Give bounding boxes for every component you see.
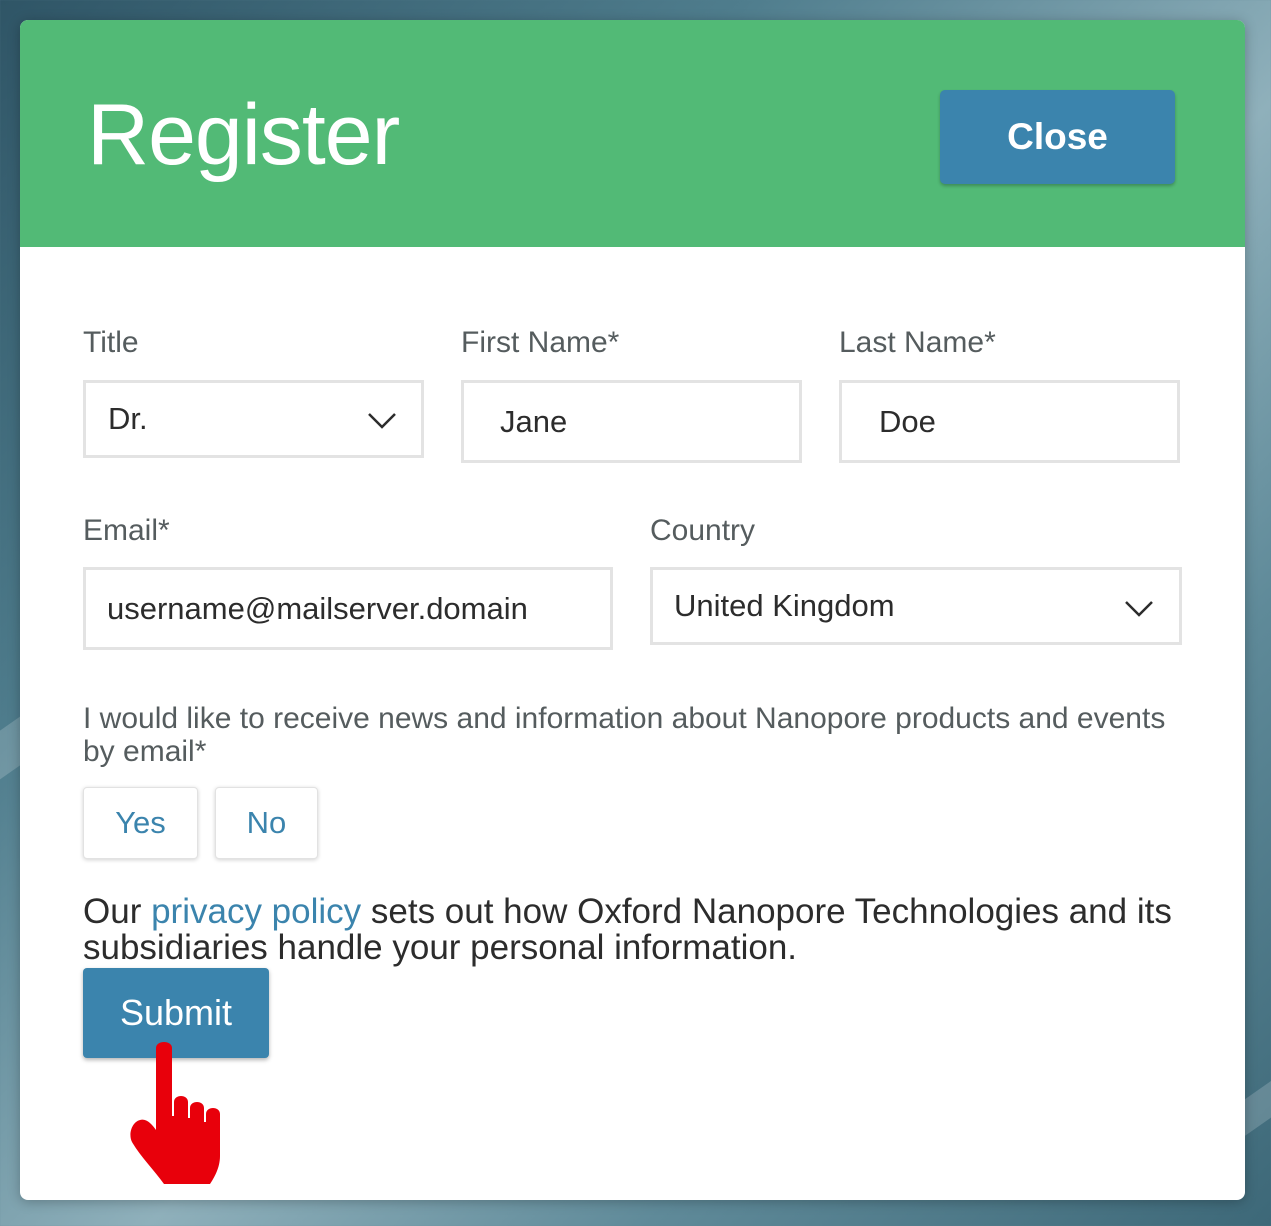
country-select[interactable]: United Kingdom <box>650 567 1182 645</box>
last-name-value: Doe <box>879 403 936 439</box>
hand-pointer-cursor-icon <box>130 1042 220 1184</box>
email-consent-question: I would like to receive news and informa… <box>83 702 1166 768</box>
title-label: Title <box>83 326 139 359</box>
title-select-value: Dr. <box>108 401 148 436</box>
privacy-notice: Our privacy policy sets out how Oxford N… <box>83 894 1203 966</box>
dialog-title: Register <box>87 87 400 183</box>
consent-no-button[interactable]: No <box>215 787 318 859</box>
first-name-value: Jane <box>500 403 568 439</box>
last-name-input[interactable]: Doe <box>839 380 1180 463</box>
chevron-down-icon <box>368 413 396 429</box>
first-name-label: First Name* <box>461 326 620 359</box>
email-label: Email* <box>83 514 170 547</box>
country-select-value: United Kingdom <box>674 588 895 623</box>
consent-yes-button[interactable]: Yes <box>83 787 198 859</box>
privacy-notice-prefix: Our <box>83 892 152 931</box>
privacy-policy-link[interactable]: privacy policy <box>151 892 361 931</box>
country-label: Country <box>650 514 756 547</box>
close-button[interactable]: Close <box>940 90 1175 184</box>
chevron-down-icon <box>1125 601 1153 617</box>
email-value: username@mailserver.domain <box>107 590 528 626</box>
title-select[interactable]: Dr. <box>83 380 424 458</box>
register-dialog: Register Close Title Dr. First Name* Jan… <box>20 20 1245 1200</box>
last-name-label: Last Name* <box>839 326 996 359</box>
first-name-input[interactable]: Jane <box>461 380 802 463</box>
dialog-header: Register Close <box>20 20 1245 247</box>
email-input[interactable]: username@mailserver.domain <box>83 567 613 650</box>
